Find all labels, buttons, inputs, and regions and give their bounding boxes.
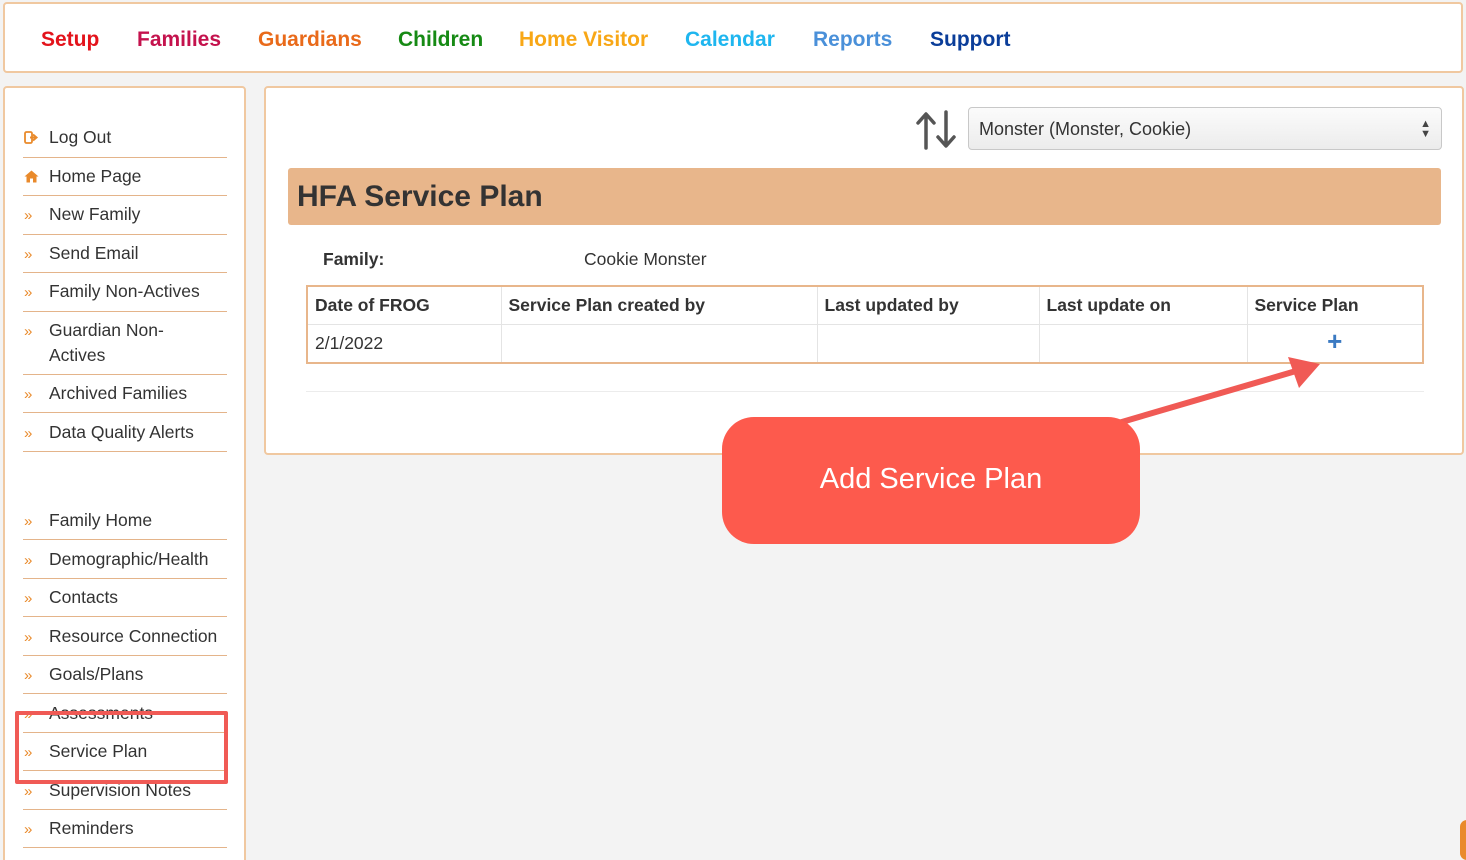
select-caret-icon: ▲ ▼ [1420, 118, 1431, 140]
cell-created-by [501, 324, 818, 363]
table-row: 2/1/2022 + [307, 324, 1424, 363]
service-plan-table: Date of FROG Service Plan created by Las… [306, 285, 1424, 364]
col-date-of-frog: Date of FROG [307, 286, 502, 325]
sidebar-item-label: Contacts [49, 587, 119, 607]
sidebar-item-label: Log Out [49, 127, 112, 147]
double-chevron-icon: » [24, 246, 33, 263]
sidebar-item-label: Data Quality Alerts [49, 422, 194, 442]
add-service-plan-plus-icon[interactable]: + [1327, 328, 1342, 354]
double-chevron-icon: » [24, 590, 33, 607]
sidebar-item-label: New Family [49, 204, 141, 224]
callout-text: Add Service Plan [819, 463, 1043, 495]
sidebar-item-label: Demographic/Health [49, 549, 209, 569]
nav-home-visitor[interactable]: Home Visitor [519, 28, 648, 52]
double-chevron-icon: » [24, 629, 33, 646]
sidebar-item-resource-connection[interactable]: » Resource Connection [23, 624, 227, 656]
sidebar-item-archived-families[interactable]: » Archived Families [23, 381, 227, 413]
top-nav: Setup Families Guardians Children Home V… [3, 2, 1463, 73]
double-chevron-icon: » [24, 513, 33, 530]
double-chevron-icon: » [24, 207, 33, 224]
sidebar-item-data-quality-alerts[interactable]: » Data Quality Alerts [23, 420, 227, 452]
family-select[interactable]: Monster (Monster, Cookie) ▲ ▼ [968, 107, 1442, 150]
sort-arrows-icon[interactable] [914, 110, 958, 150]
nav-calendar[interactable]: Calendar [685, 28, 775, 52]
nav-reports[interactable]: Reports [813, 28, 892, 52]
sidebar-item-guardian-non-actives[interactable]: » Guardian Non-Actives [23, 318, 227, 375]
sidebar-item-label: Family Non-Actives [49, 281, 200, 301]
col-created-by: Service Plan created by [501, 286, 818, 325]
sidebar-item-send-email[interactable]: » Send Email [23, 241, 227, 273]
double-chevron-icon: » [24, 284, 33, 301]
cell-date: 2/1/2022 [307, 324, 502, 363]
double-chevron-icon: » [24, 386, 33, 403]
family-select-value: Monster (Monster, Cookie) [979, 119, 1192, 139]
sidebar-item-family-non-actives[interactable]: » Family Non-Actives [23, 279, 227, 312]
sign-out-icon [23, 126, 49, 151]
sidebar-item-demographic-health[interactable]: » Demographic/Health [23, 547, 227, 579]
sidebar-item-label: Send Email [49, 243, 139, 263]
sidebar-item-goals-plans[interactable]: » Goals/Plans [23, 662, 227, 694]
nav-children[interactable]: Children [398, 28, 483, 52]
nav-guardians[interactable]: Guardians [258, 28, 362, 52]
nav-families[interactable]: Families [137, 28, 221, 52]
col-last-update-on: Last update on [1039, 286, 1248, 325]
cell-updated-by [817, 324, 1040, 363]
double-chevron-icon: » [24, 323, 33, 340]
sidebar-item-label: Goals/Plans [49, 664, 144, 684]
col-last-updated-by: Last updated by [817, 286, 1040, 325]
col-service-plan: Service Plan [1247, 286, 1424, 325]
page-title: HFA Service Plan [297, 180, 543, 213]
sidebar-item-reminders[interactable]: » Reminders [23, 816, 227, 848]
sidebar-item-label: Home Page [49, 166, 142, 186]
home-icon [23, 165, 49, 190]
table-header-row: Date of FROG Service Plan created by Las… [307, 286, 1424, 325]
double-chevron-icon: » [24, 425, 33, 442]
sidebar-item-home-page[interactable]: Home Page [23, 164, 227, 196]
main-panel: Monster (Monster, Cookie) ▲ ▼ HFA Service… [264, 86, 1464, 455]
double-chevron-icon: » [24, 667, 33, 684]
family-label: Family: [323, 249, 385, 269]
sidebar-item-log-out[interactable]: Log Out [23, 125, 227, 158]
sidebar-item-family-home[interactable]: » Family Home [23, 508, 227, 540]
sidebar-item-label: Guardian Non-Actives [49, 320, 164, 365]
sidebar-item-label: Archived Families [49, 383, 188, 403]
cell-action: + [1247, 324, 1424, 363]
cell-updated-on [1039, 324, 1248, 363]
sidebar-item-contacts[interactable]: » Contacts [23, 585, 227, 617]
page-title-bar: HFA Service Plan [288, 168, 1441, 225]
sidebar-item-new-family[interactable]: » New Family [23, 202, 227, 235]
sidebar-item-label: Resource Connection [49, 626, 218, 646]
sidebar-item-label: Family Home [49, 510, 153, 530]
nav-support[interactable]: Support [930, 28, 1010, 52]
double-chevron-icon: » [24, 821, 33, 838]
sidebar-item-label: Reminders [49, 818, 134, 838]
divider [306, 391, 1424, 392]
add-service-plan-callout: Add Service Plan [722, 417, 1140, 544]
scroll-handle[interactable] [1460, 820, 1466, 860]
service-plan-highlight [15, 711, 228, 784]
double-chevron-icon: » [24, 552, 33, 569]
family-value: Cookie Monster [584, 249, 707, 269]
nav-setup[interactable]: Setup [41, 28, 99, 52]
